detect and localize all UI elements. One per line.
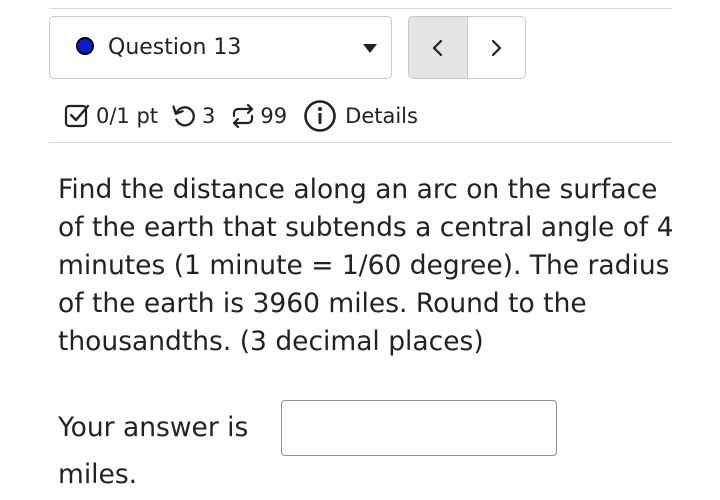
- score-text: 0/1 pt: [96, 104, 159, 128]
- score-info: 0/1 pt: [63, 102, 158, 130]
- caret-down-icon: [363, 44, 377, 53]
- question-selector[interactable]: Question 13: [49, 16, 392, 79]
- top-divider: [49, 8, 672, 9]
- answer-input[interactable]: [281, 400, 557, 456]
- retries-info: 3: [170, 102, 215, 130]
- details-label: Details: [345, 104, 418, 128]
- info-icon: [304, 100, 336, 132]
- checkbox-icon: [64, 104, 90, 128]
- previous-question-button[interactable]: [409, 17, 468, 78]
- meta-divider: [49, 142, 672, 143]
- answer-units: miles.: [58, 459, 138, 490]
- question-meta: 0/1 pt 3 99 Details: [63, 97, 418, 135]
- question-text: Find the distance along an arc on the su…: [58, 174, 674, 357]
- question-selector-label: Question 13: [108, 35, 242, 60]
- attempts-count: 99: [260, 104, 288, 128]
- retry-icon: [172, 105, 195, 127]
- chevron-right-icon: [492, 39, 502, 56]
- details-link[interactable]: Details: [303, 99, 418, 133]
- question-status-dot: [76, 37, 94, 55]
- retries-count: 3: [202, 104, 216, 128]
- question-nav: [408, 16, 526, 79]
- next-question-button[interactable]: [467, 17, 525, 78]
- answer-label: Your answer is: [58, 412, 249, 443]
- repeat-icon: [233, 103, 254, 129]
- attempts-info: 99: [229, 102, 287, 130]
- chevron-left-icon: [432, 39, 442, 56]
